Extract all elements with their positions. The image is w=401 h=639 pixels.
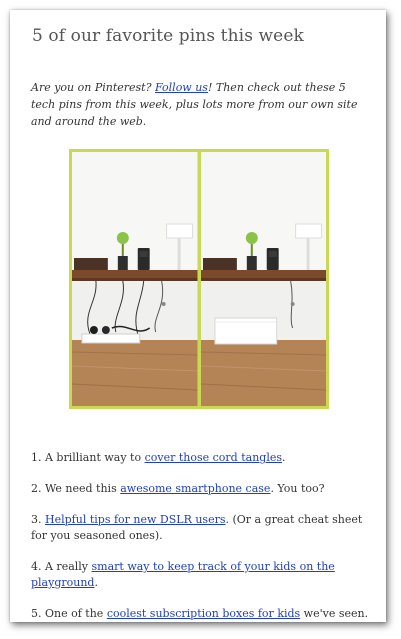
post-title: 5 of our favorite pins this week <box>32 26 304 46</box>
list-item-text: we've seen. <box>300 607 369 620</box>
subscription-boxes-link[interactable]: coolest subscription boxes for kids <box>107 607 300 620</box>
list-item-text: 4. A really <box>31 560 92 573</box>
list-item-text: . You too? <box>270 482 325 495</box>
list-item: 4. A really smart way to keep track of y… <box>31 559 375 591</box>
list-item-text: 3. <box>31 513 45 526</box>
pins-list: 1. A brilliant way to cover those cord t… <box>31 450 375 622</box>
list-item-text: 2. We need this <box>31 482 121 495</box>
post-intro: Are you on Pinterest? Follow us! Then ch… <box>31 79 367 130</box>
list-item: 5. One of the coolest subscription boxes… <box>31 606 375 622</box>
cord-tangles-link[interactable]: cover those cord tangles <box>145 451 282 464</box>
list-item: 3. Helpful tips for new DSLR users. (Or … <box>31 512 375 544</box>
list-item: 1. A brilliant way to cover those cord t… <box>31 450 375 466</box>
photo-after-panel <box>200 152 326 406</box>
after-scene-image <box>200 152 326 406</box>
smartphone-case-link[interactable]: awesome smartphone case <box>120 482 270 495</box>
intro-text-before: Are you on Pinterest? <box>31 81 155 94</box>
cord-tangles-photo[interactable] <box>69 149 329 409</box>
list-item-text: 5. One of the <box>31 607 107 620</box>
list-item-text: . <box>94 576 98 589</box>
before-scene-image <box>72 152 198 406</box>
list-item-text: 1. A brilliant way to <box>31 451 145 464</box>
follow-us-link[interactable]: Follow us <box>155 81 208 94</box>
list-item: 2. We need this awesome smartphone case.… <box>31 481 375 497</box>
dslr-tips-link[interactable]: Helpful tips for new DSLR users <box>45 513 226 526</box>
photo-before-panel <box>72 152 198 406</box>
post-card: 5 of our favorite pins this week Are you… <box>10 10 386 622</box>
list-item-text: . <box>282 451 286 464</box>
